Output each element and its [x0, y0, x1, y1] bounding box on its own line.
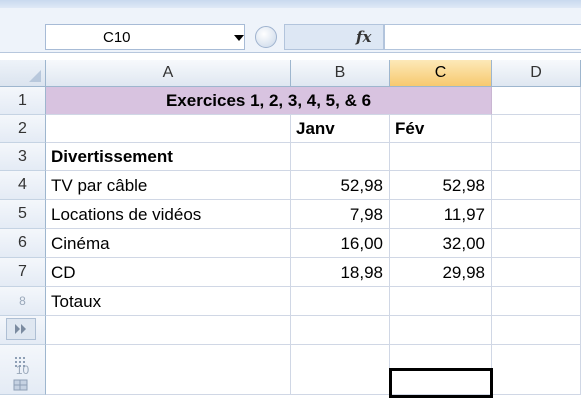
fx-label: fx	[356, 28, 372, 46]
column-header-b[interactable]: B	[291, 60, 390, 87]
row-header[interactable]: 8	[0, 287, 46, 316]
row-header[interactable]: 6	[0, 229, 46, 258]
cell-a6[interactable]: Cinéma	[46, 229, 291, 258]
cell-a3[interactable]: Divertissement	[46, 143, 291, 171]
select-all-button[interactable]	[0, 60, 46, 87]
cell-c7[interactable]: 29,98	[390, 258, 492, 287]
row-header[interactable]: 2	[0, 115, 46, 143]
cell-d8[interactable]	[492, 287, 581, 316]
cell-d1[interactable]	[492, 87, 581, 115]
active-cell-border	[389, 368, 493, 398]
cell-d3[interactable]	[492, 143, 581, 171]
cell-c3[interactable]	[390, 143, 492, 171]
cell-a9[interactable]	[46, 316, 291, 345]
row-header[interactable]: 1	[0, 87, 46, 115]
table-row: 5 Locations de vidéos 7,98 11,97	[0, 200, 581, 229]
double-chevron-icon	[15, 324, 26, 334]
table-row: 3 Divertissement	[0, 143, 581, 171]
column-header-c[interactable]: C	[390, 60, 492, 87]
mini-toolbar-dots-icon[interactable]	[6, 354, 36, 372]
cell-d5[interactable]	[492, 200, 581, 229]
cell-a5[interactable]: Locations de vidéos	[46, 200, 291, 229]
cell-a10[interactable]	[46, 345, 291, 395]
column-header-a[interactable]: A	[46, 60, 291, 87]
cell-a8[interactable]: Totaux	[46, 287, 291, 316]
cell-c9[interactable]	[390, 316, 492, 345]
table-row: 8 Totaux	[0, 287, 581, 316]
table-row: 9	[0, 316, 581, 345]
column-header-d[interactable]: D	[492, 60, 581, 87]
formula-bar: C10 fx	[0, 8, 581, 53]
cell-c2[interactable]: Fév	[390, 115, 492, 143]
cell-b6[interactable]: 16,00	[291, 229, 390, 258]
row-header[interactable]: 4	[0, 171, 46, 200]
cell-a2[interactable]	[46, 115, 291, 143]
cell-d6[interactable]	[492, 229, 581, 258]
table-row: 4 TV par câble 52,98 52,98	[0, 171, 581, 200]
cell-c5[interactable]: 11,97	[390, 200, 492, 229]
table-row: 6 Cinéma 16,00 32,00	[0, 229, 581, 258]
cell-b10[interactable]	[291, 345, 390, 395]
title-cell[interactable]: Exercices 1, 2, 3, 4, 5, & 6	[46, 87, 492, 115]
row-header[interactable]: 3	[0, 143, 46, 171]
mini-toolbar-grip[interactable]	[6, 318, 36, 340]
cell-d9[interactable]	[492, 316, 581, 345]
table-row: 2 Janv Fév	[0, 115, 581, 143]
formula-bar-resize-handle[interactable]	[255, 26, 277, 48]
cell-b8[interactable]	[291, 287, 390, 316]
cell-d10[interactable]	[492, 345, 581, 395]
cell-b3[interactable]	[291, 143, 390, 171]
select-all-icon	[29, 70, 41, 82]
cell-a7[interactable]: CD	[46, 258, 291, 287]
cell-b5[interactable]: 7,98	[291, 200, 390, 229]
cell-d4[interactable]	[492, 171, 581, 200]
cell-b9[interactable]	[291, 316, 390, 345]
table-row: 1 Exercices 1, 2, 3, 4, 5, & 6	[0, 87, 581, 115]
insert-function-icon[interactable]: fx	[356, 28, 371, 46]
name-box-value: C10	[103, 29, 131, 46]
cell-d2[interactable]	[492, 115, 581, 143]
row-header[interactable]: 5	[0, 200, 46, 229]
cell-c8[interactable]	[390, 287, 492, 316]
cell-b7[interactable]: 18,98	[291, 258, 390, 287]
name-box[interactable]: C10	[45, 24, 245, 50]
row-header[interactable]: 7	[0, 258, 46, 287]
column-header-row: A B C D	[0, 60, 581, 87]
cell-b4[interactable]: 52,98	[291, 171, 390, 200]
mini-toolbar-grid-icon[interactable]	[6, 376, 36, 394]
formula-input[interactable]	[384, 24, 581, 50]
name-box-dropdown-icon[interactable]	[234, 35, 244, 41]
cell-b2[interactable]: Janv	[291, 115, 390, 143]
table-row: 7 CD 18,98 29,98	[0, 258, 581, 287]
cell-d7[interactable]	[492, 258, 581, 287]
cell-c6[interactable]: 32,00	[390, 229, 492, 258]
table-row: 10	[0, 345, 581, 395]
cell-c4[interactable]: 52,98	[390, 171, 492, 200]
cell-a4[interactable]: TV par câble	[46, 171, 291, 200]
